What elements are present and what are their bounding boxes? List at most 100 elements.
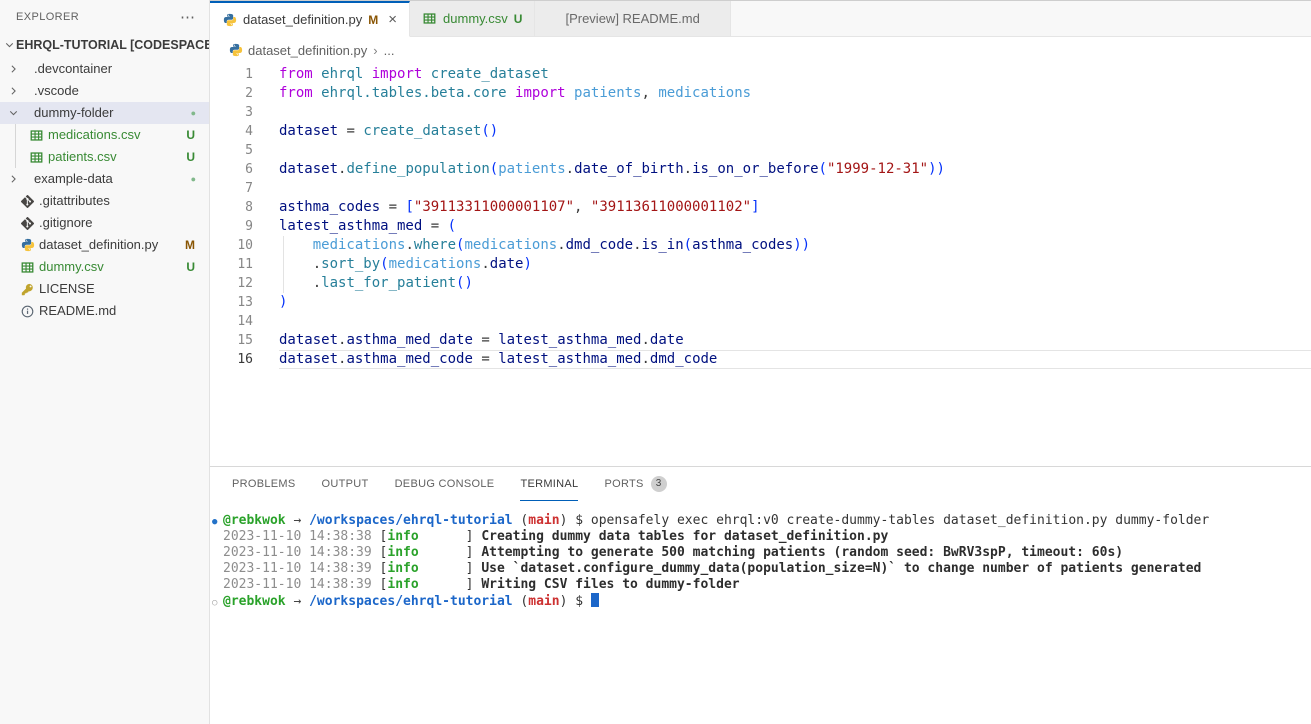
line-number: 13: [210, 293, 253, 312]
tree-item-license[interactable]: LICENSE: [0, 278, 209, 300]
vscode-window: EXPLORER ⋯ EHRQL-TUTORIAL [CODESPACES:..…: [0, 0, 1311, 724]
terminal-line: 2023-11-10 14:38:38 [info ] Creating dum…: [212, 529, 1311, 545]
terminal-line: ●@rebkwok → /workspaces/ehrql-tutorial (…: [212, 513, 1311, 529]
terminal-line: 2023-11-10 14:38:39 [info ] Writing CSV …: [212, 577, 1311, 593]
bottom-panel: PROBLEMS OUTPUT DEBUG CONSOLE TERMINAL PORTS…: [210, 466, 1311, 724]
python-icon: [228, 43, 243, 57]
tree-item-label: .devcontainer: [34, 58, 112, 80]
tree-item-readme-md[interactable]: README.md: [0, 300, 209, 322]
code-line[interactable]: [279, 141, 1311, 160]
tree-item-medications-csv[interactable]: medications.csvU: [0, 124, 209, 146]
tab-git-badge: M: [368, 13, 378, 27]
command-pending-circle-icon: ○: [212, 595, 223, 611]
tree-item-label: example-data: [34, 168, 113, 190]
license-icon: [20, 283, 35, 296]
panel-tab-ports[interactable]: PORTS 3: [604, 467, 666, 501]
panel-tab-problems[interactable]: PROBLEMS: [232, 467, 296, 501]
tab-label: [Preview] README.md: [565, 11, 699, 26]
code-line[interactable]: .last_for_patient(): [279, 274, 1311, 293]
command-success-dot-icon: ●: [212, 514, 223, 530]
explorer-title: EXPLORER: [16, 11, 79, 23]
chevron-right-icon: [7, 62, 20, 76]
tree-item-gitattributes[interactable]: .gitattributes: [0, 190, 209, 212]
panel-tab-terminal[interactable]: TERMINAL: [520, 467, 578, 501]
workspace-root-folder[interactable]: EHRQL-TUTORIAL [CODESPACES:...: [0, 34, 209, 56]
tree-item-dummy-folder[interactable]: dummy-folder●: [0, 102, 209, 124]
code-area[interactable]: from ehrql import create_datasetfrom ehr…: [279, 65, 1311, 369]
panel-tab-label: PORTS: [604, 478, 643, 490]
chevron-down-icon: [3, 38, 16, 52]
code-line[interactable]: .sort_by(medications.date): [279, 255, 1311, 274]
terminal[interactable]: ●@rebkwok → /workspaces/ehrql-tutorial (…: [210, 501, 1311, 724]
tree-item-dataset-definition-py[interactable]: dataset_definition.py M: [0, 234, 209, 256]
csv-icon: [29, 151, 44, 164]
terminal-line: 2023-11-10 14:38:39 [info ] Use `dataset…: [212, 561, 1311, 577]
git-icon: [20, 217, 35, 230]
line-number: 15: [210, 331, 253, 350]
code-line[interactable]: dataset = create_dataset(): [279, 122, 1311, 141]
tab-label: dataset_definition.py: [243, 12, 362, 27]
tree-item-label: .gitattributes: [39, 190, 110, 212]
line-number: 16: [210, 350, 253, 369]
git-changes-dot-icon: ●: [191, 108, 196, 118]
code-line[interactable]: ): [279, 293, 1311, 312]
code-line[interactable]: [279, 312, 1311, 331]
editor-group: dataset_definition.py M × dummy.csvU [Previe…: [210, 0, 1311, 724]
tree-item-label: README.md: [39, 300, 116, 322]
tree-item-devcontainer[interactable]: .devcontainer: [0, 58, 209, 80]
git-status-badge: M: [185, 238, 195, 252]
line-number: 4: [210, 122, 253, 141]
line-number-gutter: 12345678910111213141516: [210, 65, 253, 369]
git-icon: [20, 195, 35, 208]
code-editor[interactable]: 12345678910111213141516 from ehrql impor…: [210, 63, 1311, 466]
terminal-line: 2023-11-10 14:38:39 [info ] Attempting t…: [212, 545, 1311, 561]
breadcrumb-ellipsis[interactable]: ...: [384, 43, 395, 58]
line-number: 7: [210, 179, 253, 198]
csv-icon: [422, 12, 437, 25]
code-line[interactable]: dataset.asthma_med_date = latest_asthma_…: [279, 331, 1311, 350]
python-icon: [20, 238, 35, 252]
tree-item-label: dataset_definition.py: [39, 234, 158, 256]
tree-item-patients-csv[interactable]: patients.csvU: [0, 146, 209, 168]
tab-dummy-csv[interactable]: dummy.csvU: [410, 1, 535, 36]
more-actions-icon[interactable]: ⋯: [180, 8, 195, 26]
csv-icon: [20, 261, 35, 274]
editor-tab-bar: dataset_definition.py M × dummy.csvU [Previe…: [210, 1, 1311, 37]
workspace-root-label: EHRQL-TUTORIAL [CODESPACES:...: [16, 38, 209, 52]
code-line[interactable]: latest_asthma_med = (: [279, 217, 1311, 236]
line-number: 12: [210, 274, 253, 293]
code-line[interactable]: medications.where(medications.dmd_code.i…: [279, 236, 1311, 255]
python-icon: [222, 13, 237, 27]
ports-count-badge: 3: [651, 476, 667, 492]
tree-item-vscode[interactable]: .vscode: [0, 80, 209, 102]
line-number: 3: [210, 103, 253, 122]
line-number: 14: [210, 312, 253, 331]
panel-tab-debug-console[interactable]: DEBUG CONSOLE: [395, 467, 495, 501]
code-line[interactable]: dataset.asthma_med_code = latest_asthma_…: [279, 350, 1311, 369]
code-line[interactable]: [279, 103, 1311, 122]
close-icon[interactable]: ×: [388, 12, 397, 27]
code-line[interactable]: asthma_codes = ["39113311000001107", "39…: [279, 198, 1311, 217]
panel-tab-label: TERMINAL: [520, 478, 578, 490]
code-line[interactable]: [279, 179, 1311, 198]
tree-item-gitignore[interactable]: .gitignore: [0, 212, 209, 234]
tree-item-example-data[interactable]: example-data●: [0, 168, 209, 190]
line-number: 9: [210, 217, 253, 236]
panel-tab-output[interactable]: OUTPUT: [322, 467, 369, 501]
tree-item-dummy-csv[interactable]: dummy.csvU: [0, 256, 209, 278]
code-line[interactable]: from ehrql import create_dataset: [279, 65, 1311, 84]
breadcrumb[interactable]: dataset_definition.py › ...: [210, 37, 1311, 63]
chevron-down-icon: [7, 106, 20, 120]
code-line[interactable]: dataset.define_population(patients.date_…: [279, 160, 1311, 179]
breadcrumb-file[interactable]: dataset_definition.py: [248, 43, 367, 58]
line-number: 6: [210, 160, 253, 179]
tab-preview-readme-md[interactable]: [Preview] README.md: [535, 1, 730, 36]
tree-item-label: medications.csv: [48, 124, 140, 146]
tree-item-label: dummy.csv: [39, 256, 104, 278]
code-line[interactable]: from ehrql.tables.beta.core import patie…: [279, 84, 1311, 103]
panel-tab-bar: PROBLEMS OUTPUT DEBUG CONSOLE TERMINAL PORTS…: [210, 467, 1311, 501]
line-number: 5: [210, 141, 253, 160]
tab-dataset-definition-py[interactable]: dataset_definition.py M ×: [210, 1, 410, 37]
line-number: 10: [210, 236, 253, 255]
file-tree: .devcontainer.vscodedummy-folder●medicat…: [0, 58, 209, 322]
